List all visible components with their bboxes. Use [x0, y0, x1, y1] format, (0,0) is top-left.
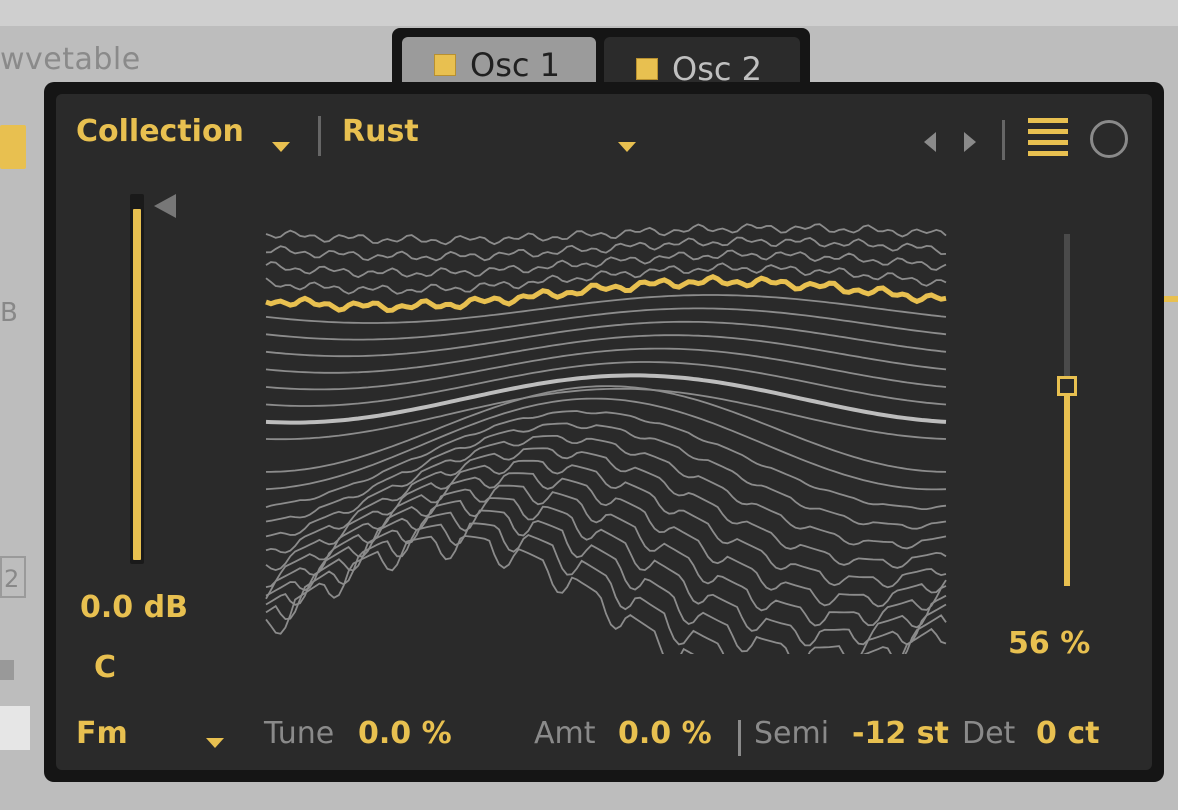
gain-value[interactable]: 0.0 dB [80, 590, 188, 625]
wave-frame [265, 223, 947, 246]
gain-marker-icon[interactable] [154, 194, 176, 218]
tune-label: Tune [264, 716, 335, 751]
semitone-label: Semi [754, 716, 830, 751]
device-title: wvetable [0, 42, 141, 77]
osc-1-toggle-icon[interactable] [434, 54, 456, 76]
position-value[interactable]: 56 % [1008, 626, 1090, 661]
device-color-swatch[interactable] [0, 125, 26, 169]
wave-frame [265, 387, 947, 441]
collection-dropdown[interactable]: Collection [76, 114, 244, 149]
chevron-down-icon[interactable] [206, 738, 224, 748]
wave-frame [265, 334, 947, 374]
host-window-top [0, 0, 1178, 26]
divider [1002, 120, 1005, 160]
side-label: B [0, 298, 18, 328]
tab-label: Osc 1 [470, 46, 560, 84]
next-arrow-icon[interactable] [964, 132, 976, 152]
chevron-down-icon[interactable] [272, 142, 290, 152]
wavetable-display[interactable] [256, 194, 956, 654]
note-label: C [94, 650, 117, 685]
divider [318, 116, 321, 156]
prev-arrow-icon[interactable] [924, 132, 936, 152]
detune-value[interactable]: 0 ct [1036, 716, 1099, 751]
amount-label: Amt [534, 716, 596, 751]
selected-wave-frame [265, 273, 947, 314]
wave-frame [265, 497, 947, 647]
semitone-value[interactable]: -12 st [852, 716, 949, 751]
mod-mode-dropdown[interactable]: Fm [76, 716, 128, 751]
gain-slider[interactable] [130, 194, 144, 564]
oscillator-panel: Collection Rust 0.0 dB C 56 % Fm Tune 0.… [44, 82, 1164, 782]
list-icon[interactable] [1028, 118, 1068, 162]
detune-label: Det [962, 716, 1016, 751]
wave-frame [265, 307, 947, 341]
divider [738, 720, 741, 756]
wave-frame [265, 249, 947, 279]
side-accent-line [1164, 296, 1178, 302]
wave-frame [265, 294, 947, 324]
wave-frame [265, 236, 947, 262]
position-slider-thumb[interactable] [1057, 376, 1077, 396]
position-slider-fill [1064, 392, 1070, 586]
side-control[interactable] [0, 660, 14, 680]
gain-slider-fill [133, 208, 141, 560]
side-field[interactable] [0, 706, 30, 750]
circle-icon[interactable] [1090, 120, 1128, 158]
wave-frame [265, 422, 947, 530]
oscillator-panel-inner: Collection Rust 0.0 dB C 56 % Fm Tune 0.… [56, 94, 1152, 770]
wavetable-position-slider[interactable] [1064, 234, 1070, 586]
amount-value[interactable]: 0.0 % [618, 716, 712, 751]
side-value-box[interactable]: 2 [0, 556, 26, 598]
chevron-down-icon[interactable] [618, 142, 636, 152]
tune-value[interactable]: 0.0 % [358, 716, 452, 751]
osc-2-toggle-icon[interactable] [636, 58, 658, 80]
wavetable-dropdown[interactable]: Rust [342, 114, 419, 149]
